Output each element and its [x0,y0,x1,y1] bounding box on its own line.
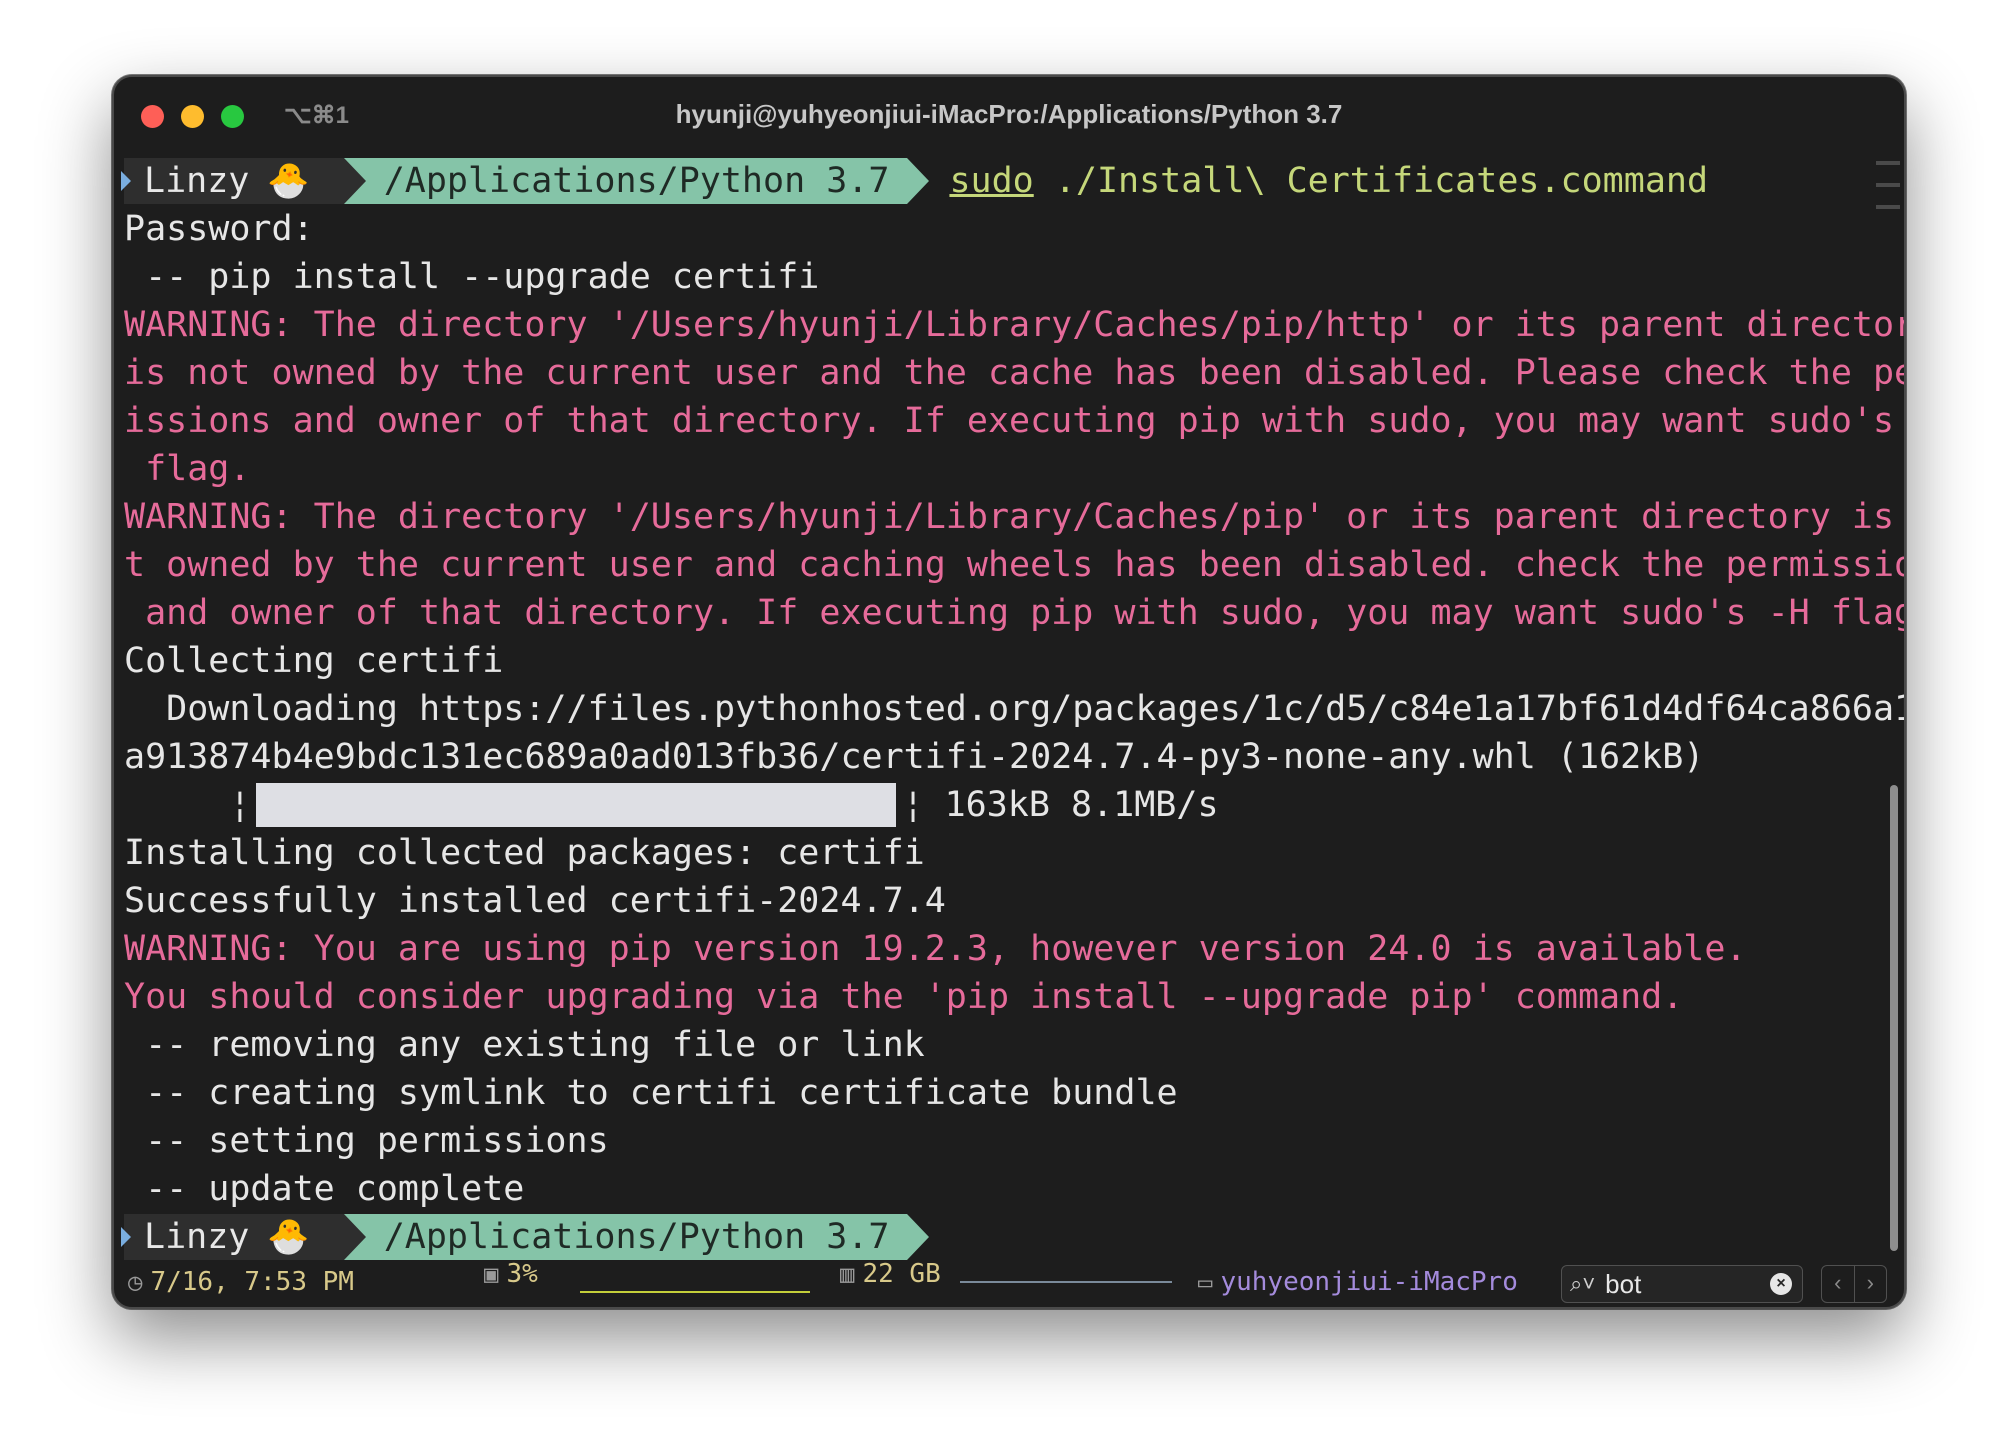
cpu-graph [580,1291,810,1293]
prompt-user: Linzy [144,161,250,201]
output-line: -- creating symlink to certifi certifica… [124,1073,1178,1113]
status-bar: ◷ 7/16, 7:53 PM ▣ 3% ▥ 22 GB ▭ yuhyeonji… [114,1259,1904,1305]
warning-line: WARNING: You are using pip version 19.2.… [124,929,1747,969]
scroll-position-markers [1876,161,1900,227]
output-line: -- setting permissions [124,1121,609,1161]
vertical-scrollbar[interactable] [1886,777,1900,1265]
status-host: ▭ yuhyeonjiui-iMacPro [1198,1259,1518,1305]
memory-icon: ▥ [840,1260,855,1288]
title-bar: ⌥⌘1 hyunji@yuhyeonjiui-iMacPro:/Applicat… [114,77,1904,153]
prompt-line: Linzy 🐣 /Applications/Python 3.7 sudo ./… [121,157,1864,205]
scrollbar-thumb[interactable] [1890,785,1898,1251]
laptop-icon: ▭ [1198,1268,1213,1296]
prompt-user-segment: Linzy 🐣 [121,1214,344,1260]
terminal-output[interactable]: Linzy 🐣 /Applications/Python 3.7 sudo ./… [121,157,1906,1261]
search-input[interactable]: bot [1605,1261,1641,1307]
warning-line: is not owned by the current user and the… [124,353,1906,393]
status-cpu: ▣ 3% [484,1251,538,1297]
command-sudo: sudo [949,161,1034,201]
command-text: sudo ./Install\ Certificates.command [949,157,1708,205]
warning-line: and owner of that directory. If executin… [124,593,1906,633]
output-line: Successfully installed certifi-2024.7.4 [124,881,946,921]
output-line: a913874b4e9bdc131ec689a0ad013fb36/certif… [124,737,1705,777]
previous-match-button[interactable]: ‹ [1822,1266,1855,1302]
search-icon: ⌕˅ [1570,1271,1596,1296]
terminal-window: ⌥⌘1 hyunji@yuhyeonjiui-iMacPro:/Applicat… [112,75,1906,1309]
download-progress-bar [256,783,897,827]
output-line: Collecting certifi [124,641,504,681]
search-field[interactable]: ⌕˅ bot × [1561,1265,1803,1303]
warning-line: WARNING: The directory '/Users/hyunji/Li… [124,305,1906,345]
status-memory: ▥ 22 GB [840,1251,941,1297]
prompt-path: /Applications/Python 3.7 [343,1214,930,1260]
output-line: -- removing any existing file or link [124,1025,925,1065]
warning-line: flag. [124,449,251,489]
hatching-chick-icon: 🐣 [267,1217,310,1257]
prompt-user: Linzy [144,1217,250,1257]
output-block-2: Installing collected packages: certifi Su… [124,829,1864,1213]
window-title: hyunji@yuhyeonjiui-iMacPro:/Applications… [675,99,1343,129]
download-progress-line: ¦ ¦ 163kB 8.1MB/s [124,781,1864,829]
warning-line: WARNING: The directory '/Users/hyunji/Li… [124,497,1906,537]
output-line: -- pip install --upgrade certifi [124,257,820,297]
memory-text: 22 GB [862,1259,941,1289]
output-line: Installing collected packages: certifi [124,833,925,873]
prompt-line-current: Linzy 🐣 /Applications/Python 3.7 [121,1213,1864,1261]
progress-left-cap: ¦ [124,785,251,825]
clear-search-icon[interactable]: × [1770,1273,1792,1295]
cpu-icon: ▣ [484,1260,499,1288]
memory-graph [960,1281,1172,1283]
clock-text: 7/16, 7:53 PM [150,1267,354,1297]
output-line: -- update complete [124,1169,525,1209]
output-line: Downloading https://files.pythonhosted.o… [124,689,1906,729]
output-line: Password: [124,209,314,249]
warning-line: issions and owner of that directory. If … [124,401,1906,441]
progress-stats: 163kB 8.1MB/s [923,785,1219,825]
search-navigation: ‹ › [1821,1265,1887,1303]
command-args: ./Install\ Certificates.command [1033,161,1709,201]
warning-line: t owned by the current user and caching … [124,545,1906,585]
output-block-1: Password: -- pip install --upgrade certi… [124,205,1906,781]
next-match-button[interactable]: › [1855,1266,1887,1302]
clock-icon: ◷ [128,1268,143,1296]
cpu-text: 3% [506,1259,538,1289]
host-text: yuhyeonjiui-iMacPro [1220,1267,1518,1297]
prompt-user-segment: Linzy 🐣 [121,158,344,204]
progress-right-cap: ¦ [902,785,924,825]
hatching-chick-icon: 🐣 [267,161,310,201]
prompt-path: /Applications/Python 3.7 [343,158,930,204]
status-clock: ◷ 7/16, 7:53 PM [128,1259,354,1305]
warning-line: You should consider upgrading via the 'p… [124,977,1684,1017]
